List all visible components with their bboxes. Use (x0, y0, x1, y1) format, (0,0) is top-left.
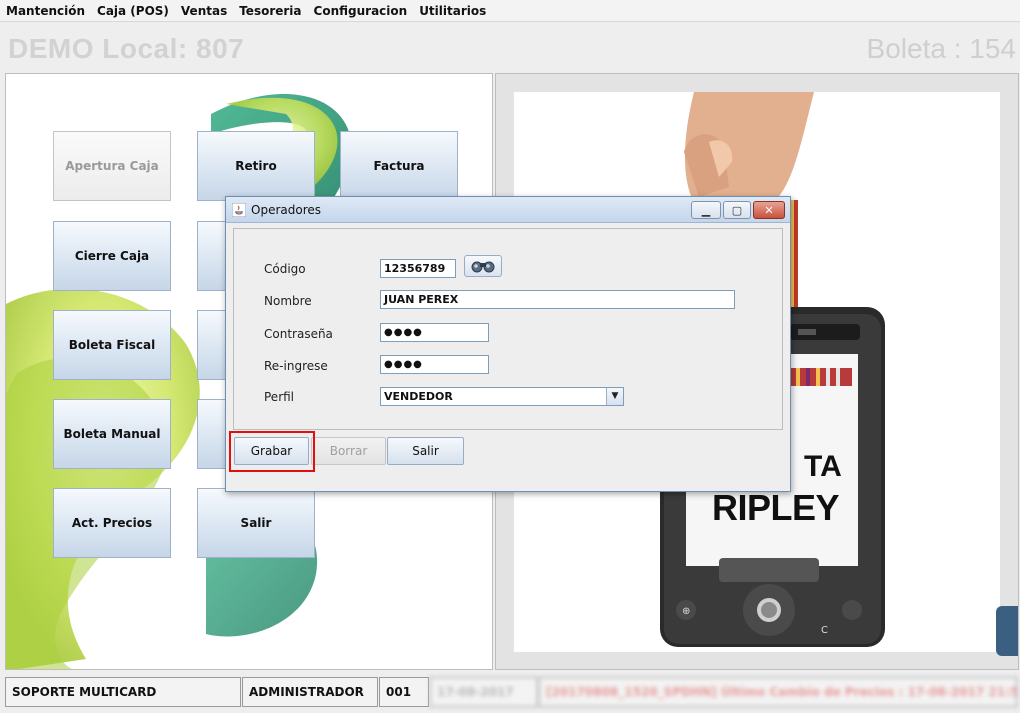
factura-button[interactable]: Factura (340, 131, 458, 201)
boleta-manual-button[interactable]: Boleta Manual (53, 399, 171, 469)
svg-text:C: C (821, 625, 828, 636)
contrasena-label: Contraseña (264, 327, 333, 341)
status-support: SOPORTE MULTICARD (5, 677, 241, 707)
nombre-label: Nombre (264, 294, 312, 308)
salir-dialog-button[interactable]: Salir (387, 437, 464, 465)
close-icon[interactable]: ✕ (753, 201, 785, 219)
chevron-down-icon[interactable]: ▼ (606, 388, 623, 405)
status-terminal: 001 (379, 677, 429, 707)
dialog-title: Operadores (251, 203, 321, 217)
apertura-caja-button[interactable]: Apertura Caja (53, 131, 171, 201)
boleta-fiscal-button[interactable]: Boleta Fiscal (53, 310, 171, 380)
contrasena-field[interactable]: ●●●● (380, 323, 489, 342)
menu-configuracion[interactable]: Configuracion (308, 0, 414, 22)
maximize-icon[interactable]: ▢ (723, 201, 751, 219)
menu-mantencion[interactable]: Mantención (0, 0, 91, 22)
dialog-titlebar[interactable]: Operadores ▁ ▢ ✕ (226, 197, 790, 223)
menu-tesoreria[interactable]: Tesoreria (233, 0, 307, 22)
status-date: 17-08-2017 (430, 677, 538, 707)
reingrese-field[interactable]: ●●●● (380, 355, 489, 374)
header-band: DEMO Local: 807 Boleta : 154 (0, 23, 1020, 73)
perfil-label: Perfil (264, 390, 295, 404)
binoculars-icon (471, 261, 495, 273)
codigo-label: Código (264, 262, 306, 276)
minimize-icon[interactable]: ▁ (691, 201, 721, 219)
menu-bar: Mantención Caja (POS) Ventas Tesoreria C… (0, 0, 1020, 22)
operador-form: Código 12356789 Nombre JUAN PEREX Contra… (233, 228, 783, 430)
grabar-highlight-box (229, 431, 315, 472)
boleta-counter: Boleta : 154 (866, 33, 1016, 64)
cierre-caja-button[interactable]: Cierre Caja (53, 221, 171, 291)
borrar-button[interactable]: Borrar (311, 437, 386, 465)
svg-text:⊕: ⊕ (682, 606, 690, 617)
status-user: ADMINISTRADOR (242, 677, 378, 707)
status-message: [20170808_1520_SPDHN] Último Cambio de P… (539, 677, 1017, 707)
codigo-field[interactable]: 12356789 (380, 259, 456, 278)
perfil-select[interactable]: VENDEDOR ▼ (380, 387, 624, 406)
act-precios-button[interactable]: Act. Precios (53, 488, 171, 558)
menu-ventas[interactable]: Ventas (175, 0, 233, 22)
search-operador-button[interactable] (464, 255, 502, 277)
perfil-selected-value: VENDEDOR (384, 390, 453, 403)
status-bar: SOPORTE MULTICARD ADMINISTRADOR 001 17-0… (0, 673, 1020, 713)
promo-text-line1: TA (804, 450, 842, 483)
reingrese-label: Re-ingrese (264, 359, 328, 373)
menu-utilitarios[interactable]: Utilitarios (413, 0, 492, 22)
local-title: DEMO Local: 807 (8, 33, 245, 64)
nombre-field[interactable]: JUAN PEREX (380, 290, 735, 309)
menu-caja-pos[interactable]: Caja (POS) (91, 0, 175, 22)
retiro-button[interactable]: Retiro (197, 131, 315, 201)
promo-text-line2: RIPLEY (712, 487, 840, 528)
teamviewer-tab-icon[interactable] (996, 606, 1018, 656)
salir-tile-button[interactable]: Salir (197, 488, 315, 558)
java-icon (232, 203, 246, 217)
